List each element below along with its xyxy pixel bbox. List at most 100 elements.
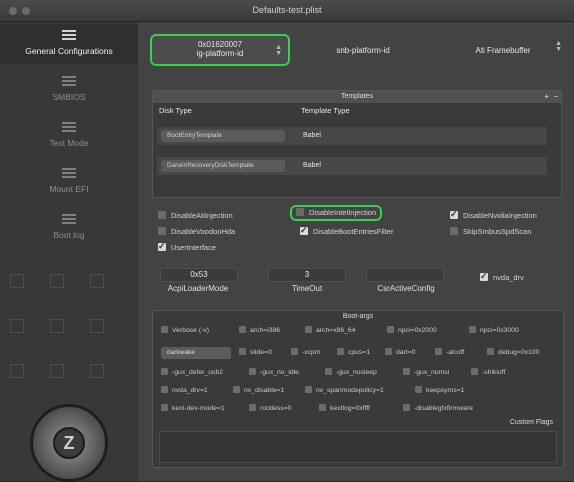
boot-arg-checkbox[interactable]: nv_spanmodepolicy=1: [305, 385, 384, 397]
boot-arg-checkbox[interactable]: -gux_no_idle: [249, 367, 299, 379]
acpi-loader-mode-field[interactable]: 0x53: [160, 268, 238, 282]
template-type-cell[interactable]: Babel: [303, 160, 321, 172]
ati-framebuffer-label: Ati Framebuffer: [475, 46, 531, 55]
darkwake-select[interactable]: darkwake: [161, 347, 231, 359]
boot-arg-checkbox[interactable]: -gux_nosleep: [325, 367, 377, 379]
boot-arg-checkbox[interactable]: rootless=0: [249, 403, 292, 415]
sidebar-item-label: Text Mode: [49, 138, 89, 148]
sidebar-item-smbios[interactable]: SMBIOS: [0, 70, 138, 110]
remove-template-button[interactable]: −: [553, 91, 558, 103]
checkbox-box[interactable]: [415, 386, 422, 393]
boot-arg-checkbox[interactable]: arch=i386: [239, 325, 280, 337]
boot-arg-checkbox[interactable]: -shikioff: [471, 367, 505, 379]
checkbox-label: -shikioff: [482, 369, 506, 376]
checkbox-box[interactable]: [161, 326, 168, 333]
checkbox-box[interactable]: [435, 348, 442, 355]
csr-active-config-label: CsrActiveConfig: [377, 284, 435, 293]
custom-flags-input[interactable]: [159, 431, 557, 463]
boot-arg-checkbox[interactable]: slide=0: [239, 347, 272, 359]
boot-arg-checkbox[interactable]: -xcpm: [291, 347, 321, 359]
checkbox-box[interactable]: [296, 208, 304, 216]
sidebar-item-general-configurations[interactable]: General Configurations: [0, 24, 138, 64]
sidebar-item-label: SMBIOS: [52, 92, 86, 102]
ig-platform-id-label: ig-platform-id: [196, 49, 244, 58]
csr-active-config-field[interactable]: [366, 268, 444, 282]
table-row[interactable]: DarwinRecoveryDiskTemplate Babel: [157, 157, 547, 175]
boot-arg-checkbox[interactable]: npci=0x3000: [469, 325, 519, 337]
checkbox-box[interactable]: [487, 348, 494, 355]
disable-nvidia-injection-checkbox[interactable]: DisableNvidiaInjection: [450, 208, 537, 222]
checkbox-box[interactable]: [387, 326, 394, 333]
disable-boot-entries-filter-checkbox[interactable]: DisableBootEntriesFilter: [300, 224, 394, 238]
checkbox-box[interactable]: [158, 227, 166, 235]
checkbox-box[interactable]: [161, 368, 168, 375]
boot-arg-checkbox[interactable]: cpus=1: [337, 347, 370, 359]
boot-arg-checkbox[interactable]: nvda_drv=1: [161, 385, 208, 397]
checkbox-label: SkipSmbusSpdScan: [463, 227, 532, 236]
boot-arg-checkbox[interactable]: -gux_defer_usb2: [161, 367, 223, 379]
checkbox-box[interactable]: [249, 368, 256, 375]
checkbox-box[interactable]: [403, 368, 410, 375]
checkbox-box[interactable]: [239, 348, 246, 355]
checkbox-box[interactable]: [325, 368, 332, 375]
add-template-button[interactable]: +: [544, 91, 549, 103]
checkbox-box[interactable]: [450, 208, 458, 220]
checkbox-label: DisableBootEntriesFilter: [313, 227, 394, 236]
sidebar-item-mount-efi[interactable]: Mount EFI: [0, 162, 138, 202]
boot-arg-checkbox[interactable]: -gux_nomsi: [403, 367, 449, 379]
boot-arg-checkbox[interactable]: Verbose (-v): [161, 325, 209, 337]
checkbox-box[interactable]: [158, 211, 166, 219]
ig-platform-id-popup[interactable]: 0x01620007 ig-platform-id ▲ ▼: [150, 34, 290, 66]
checkbox-box[interactable]: [239, 326, 246, 333]
nvda-drv-checkbox[interactable]: nvda_drv: [480, 270, 524, 284]
boot-arg-checkbox[interactable]: arch=x86_64: [305, 325, 356, 337]
boot-arg-checkbox[interactable]: -alcoff: [435, 347, 464, 359]
checkbox-box[interactable]: [249, 404, 256, 411]
disable-voodoo-hda-checkbox[interactable]: DisableVoodooHda: [158, 226, 235, 238]
boot-arg-checkbox[interactable]: nv_disable=1: [233, 385, 284, 397]
boot-arg-checkbox[interactable]: npci=0x2000: [387, 325, 437, 337]
checkbox-box[interactable]: [161, 386, 168, 393]
boot-arg-checkbox[interactable]: dart=0: [385, 347, 415, 359]
sidebar-item-label: Mount EFI: [49, 184, 89, 194]
timeout-field[interactable]: 3: [268, 268, 346, 282]
checkbox-box[interactable]: [319, 404, 326, 411]
boot-arg-checkbox[interactable]: kext-dev-mode=1: [161, 403, 225, 415]
checkbox-box[interactable]: [158, 240, 166, 252]
disable-intel-injection-checkbox[interactable]: DisableIntelInjection: [290, 205, 383, 221]
checkbox-box[interactable]: [469, 326, 476, 333]
checkbox-box[interactable]: [471, 368, 478, 375]
logo-letter: Z: [53, 427, 85, 459]
checkbox-box[interactable]: [233, 386, 240, 393]
boot-arg-checkbox[interactable]: debug=0x100: [487, 347, 539, 359]
checkbox-box[interactable]: [403, 404, 410, 411]
skip-smbus-spd-scan-checkbox[interactable]: SkipSmbusSpdScan: [450, 226, 531, 238]
disable-ati-injection-checkbox[interactable]: DisableAtiInjection: [158, 210, 233, 222]
checkbox-box[interactable]: [450, 227, 458, 235]
checkbox-label: nvda_drv: [493, 273, 524, 282]
checkbox-box[interactable]: [480, 270, 488, 282]
sidebar-item-boot-log[interactable]: Boot.log: [0, 208, 138, 248]
boot-arg-checkbox[interactable]: keepsyms=1: [415, 385, 464, 397]
checkbox-box[interactable]: [337, 348, 344, 355]
checkbox-label: UserInterface: [171, 243, 217, 252]
checkbox-box[interactable]: [305, 326, 312, 333]
checkbox-box[interactable]: [305, 386, 312, 393]
checkbox-box[interactable]: [291, 348, 298, 355]
user-interface-checkbox[interactable]: UserInterface: [158, 240, 217, 254]
checkbox-box[interactable]: [385, 348, 392, 355]
table-row[interactable]: BootEntryTemplate Babel: [157, 127, 547, 145]
template-type-cell[interactable]: Babel: [303, 130, 321, 142]
snb-platform-id-popup[interactable]: snb-platform-id: [298, 36, 428, 68]
ati-framebuffer-popup[interactable]: Ati Framebuffer ▲ ▼: [438, 36, 568, 68]
boot-arg-checkbox[interactable]: kextlog=0xffff: [319, 403, 370, 415]
checkbox-box[interactable]: [300, 224, 308, 236]
checkbox-label: npci=0x2000: [398, 327, 437, 334]
disk-type-select[interactable]: DarwinRecoveryDiskTemplate: [161, 160, 285, 172]
checkbox-label: nv_disable=1: [244, 387, 285, 394]
disk-type-select[interactable]: BootEntryTemplate: [161, 130, 285, 142]
checkbox-box[interactable]: [161, 404, 168, 411]
sidebar-item-text-mode[interactable]: Text Mode: [0, 116, 138, 156]
boot-arg-checkbox[interactable]: -disablegfxfirmware: [403, 403, 473, 415]
acpi-loader-mode-label: AcpiLoaderMode: [167, 284, 229, 293]
